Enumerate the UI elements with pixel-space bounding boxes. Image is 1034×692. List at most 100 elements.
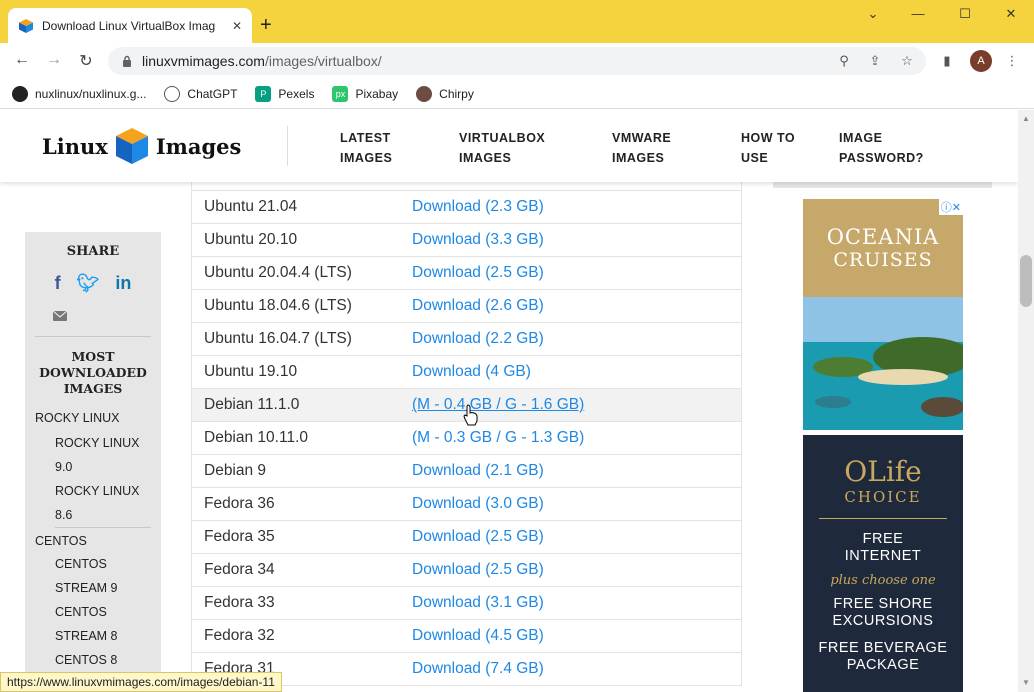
table-row: Fedora 32 Download (4.5 GB)	[192, 620, 741, 653]
twitter-icon[interactable]: 🐦︎	[77, 273, 100, 294]
download-link[interactable]: Download (2.5 GB)	[412, 561, 544, 579]
table-row: Debian 9 Download (2.1 GB)	[192, 455, 741, 488]
download-link[interactable]: Download (2.1 GB)	[412, 462, 544, 480]
table-row: Ubuntu 18.04.6 (LTS) Download (2.6 GB)	[192, 290, 741, 323]
email-icon[interactable]	[52, 310, 68, 321]
star-bookmark-icon[interactable]: ☆	[898, 53, 916, 69]
browser-tab[interactable]: Download Linux VirtualBox Imag ✕	[8, 8, 252, 43]
pexels-icon: P	[255, 85, 272, 102]
table-row: Fedora 34 Download (2.5 GB)	[192, 554, 741, 587]
download-link-debian-11[interactable]: (M - 0.4 GB / G - 1.6 GB)	[412, 396, 584, 414]
nav-how-to-use[interactable]: HOW TO USE	[741, 128, 795, 168]
bookmark-pexels[interactable]: P Pexels	[255, 85, 314, 102]
most-downloaded-title: MOST DOWNLOADED IMAGES	[39, 349, 147, 396]
scroll-down-arrow-icon[interactable]: ▼	[1022, 678, 1030, 687]
new-tab-icon[interactable]: +	[260, 14, 272, 37]
reload-icon[interactable]: ↻	[75, 51, 97, 71]
maximize-icon[interactable]: ☐	[950, 6, 980, 26]
category-centos[interactable]: CENTOS	[35, 534, 151, 548]
url-path: /images/virtualbox/	[264, 53, 382, 69]
sidebar-link[interactable]: ROCKY LINUX	[35, 431, 151, 455]
bookmarks-bar: nuxlinux/nuxlinux.g... ChatGPT P Pexels p…	[0, 79, 1034, 109]
ad-offer-panel: OLife CHOICE FREE INTERNET plus choose on…	[803, 435, 963, 692]
cube-logo-icon	[115, 128, 148, 164]
tab-search-chevron-icon[interactable]: ⌄	[858, 6, 888, 26]
share-title: SHARE	[66, 244, 120, 259]
linkedin-icon[interactable]: in	[115, 273, 131, 294]
beach-photo	[803, 297, 963, 430]
category-rocky-linux[interactable]: ROCKY LINUX	[35, 411, 151, 425]
browser-toolbar: ← → ↻ linuxvmimages.com/images/virtualbo…	[0, 43, 1034, 79]
nav-latest-images[interactable]: LATEST IMAGES	[340, 128, 392, 168]
divider	[55, 527, 151, 528]
avatar[interactable]: A	[970, 50, 992, 72]
ad-close-icon[interactable]: ⓘ✕	[938, 199, 963, 215]
share-icons: f 🐦︎ in	[35, 273, 151, 294]
download-link[interactable]: Download (3.1 GB)	[412, 594, 544, 612]
download-link[interactable]: Download (2.5 GB)	[412, 264, 544, 282]
nav-image-password[interactable]: IMAGE PASSWORD?	[839, 128, 924, 168]
side-panel-icon[interactable]: ▮	[938, 53, 956, 69]
sidebar-link[interactable]: STREAM 8	[35, 624, 151, 648]
bookmark-chatgpt[interactable]: ChatGPT	[164, 85, 237, 102]
download-link[interactable]: Download (7.4 GB)	[412, 660, 544, 678]
table-row: Fedora 36 Download (3.0 GB)	[192, 488, 741, 521]
advertisement[interactable]: ⓘ✕ OCEANIA CRUISES OLife CHOICE FREE INTE…	[803, 199, 963, 692]
sidebar-link[interactable]: 8.6	[35, 503, 151, 527]
download-link[interactable]: Download (2.2 GB)	[412, 330, 544, 348]
download-link[interactable]: (M - 0.3 GB / G - 1.3 GB)	[412, 429, 584, 447]
web-page: Linux Images LATEST IMAGES VIRTUALBOX IMAG…	[0, 110, 1018, 692]
sidebar-link[interactable]: STREAM 9	[35, 576, 151, 600]
lock-icon	[123, 55, 131, 67]
bookmark-chirpy[interactable]: Chirpy	[416, 85, 474, 102]
browser-titlebar: Download Linux VirtualBox Imag ✕ + ⌄ — ☐…	[0, 0, 1034, 43]
share-sidebar: SHARE f 🐦︎ in MOST DOWNLOADED IMAGES ROCKY…	[25, 232, 161, 692]
site-logo[interactable]: Linux Images	[42, 126, 241, 166]
menu-dots-icon[interactable]: ⋮	[1003, 53, 1021, 69]
mail-row	[35, 308, 151, 337]
scroll-thumb[interactable]	[1020, 255, 1032, 307]
back-arrow-icon[interactable]: ←	[11, 51, 33, 69]
nav-virtualbox-images[interactable]: VIRTUALBOX IMAGES	[459, 128, 545, 168]
table-row: Ubuntu 20.10 Download (3.3 GB)	[192, 224, 741, 257]
scroll-up-arrow-icon[interactable]: ▲	[1022, 114, 1030, 123]
download-link[interactable]: Download (4.5 GB)	[412, 627, 544, 645]
github-icon	[12, 85, 28, 102]
download-link[interactable]: Download (4 GB)	[412, 363, 531, 381]
sidebar-link[interactable]: CENTOS	[35, 552, 151, 576]
virtualbox-cube-icon	[19, 18, 33, 33]
tab-title: Download Linux VirtualBox Imag	[42, 18, 216, 33]
url-host: linuxvmimages.com	[142, 53, 265, 69]
sidebar-link[interactable]: ROCKY LINUX	[35, 479, 151, 503]
table-row: Ubuntu 21.04 Download (2.3 GB)	[192, 191, 741, 224]
close-window-icon[interactable]: ✕	[996, 6, 1026, 26]
pixabay-icon: px	[332, 85, 349, 102]
download-link[interactable]: Download (3.3 GB)	[412, 231, 544, 249]
nav-vmware-images[interactable]: VMWARE IMAGES	[612, 128, 671, 168]
header-divider	[287, 126, 288, 166]
download-link[interactable]: Download (2.3 GB)	[412, 198, 544, 216]
minimize-icon[interactable]: —	[903, 6, 933, 26]
sidebar-link[interactable]: CENTOS	[35, 600, 151, 624]
close-tab-icon[interactable]: ✕	[232, 19, 242, 33]
site-header: Linux Images LATEST IMAGES VIRTUALBOX IMAG…	[0, 110, 1018, 182]
page-scrollbar[interactable]: ▲ ▼	[1018, 110, 1034, 692]
table-row: Fedora 35 Download (2.5 GB)	[192, 521, 741, 554]
status-url-bar: https://www.linuxvmimages.com/images/deb…	[0, 672, 282, 692]
chirpy-icon	[416, 85, 433, 102]
download-link[interactable]: Download (2.5 GB)	[412, 528, 544, 546]
forward-arrow-icon[interactable]: →	[43, 51, 65, 69]
download-link[interactable]: Download (2.6 GB)	[412, 297, 544, 315]
chatgpt-icon	[164, 85, 181, 102]
table-row: Debian 10.11.0 (M - 0.3 GB / G - 1.3 GB)	[192, 422, 741, 455]
address-bar[interactable]: linuxvmimages.com/images/virtualbox/	[108, 47, 926, 75]
bookmark-pixabay[interactable]: px Pixabay	[332, 85, 398, 102]
sidebar-link[interactable]: 9.0	[35, 455, 151, 479]
table-row: Fedora 33 Download (3.1 GB)	[192, 587, 741, 620]
search-icon[interactable]: ⚲	[835, 53, 853, 69]
table-row: Ubuntu 19.10 Download (4 GB)	[192, 356, 741, 389]
bookmark-github[interactable]: nuxlinux/nuxlinux.g...	[12, 85, 146, 102]
facebook-icon[interactable]: f	[55, 273, 61, 294]
share-icon[interactable]: ⇪	[866, 53, 884, 69]
download-link[interactable]: Download (3.0 GB)	[412, 495, 544, 513]
